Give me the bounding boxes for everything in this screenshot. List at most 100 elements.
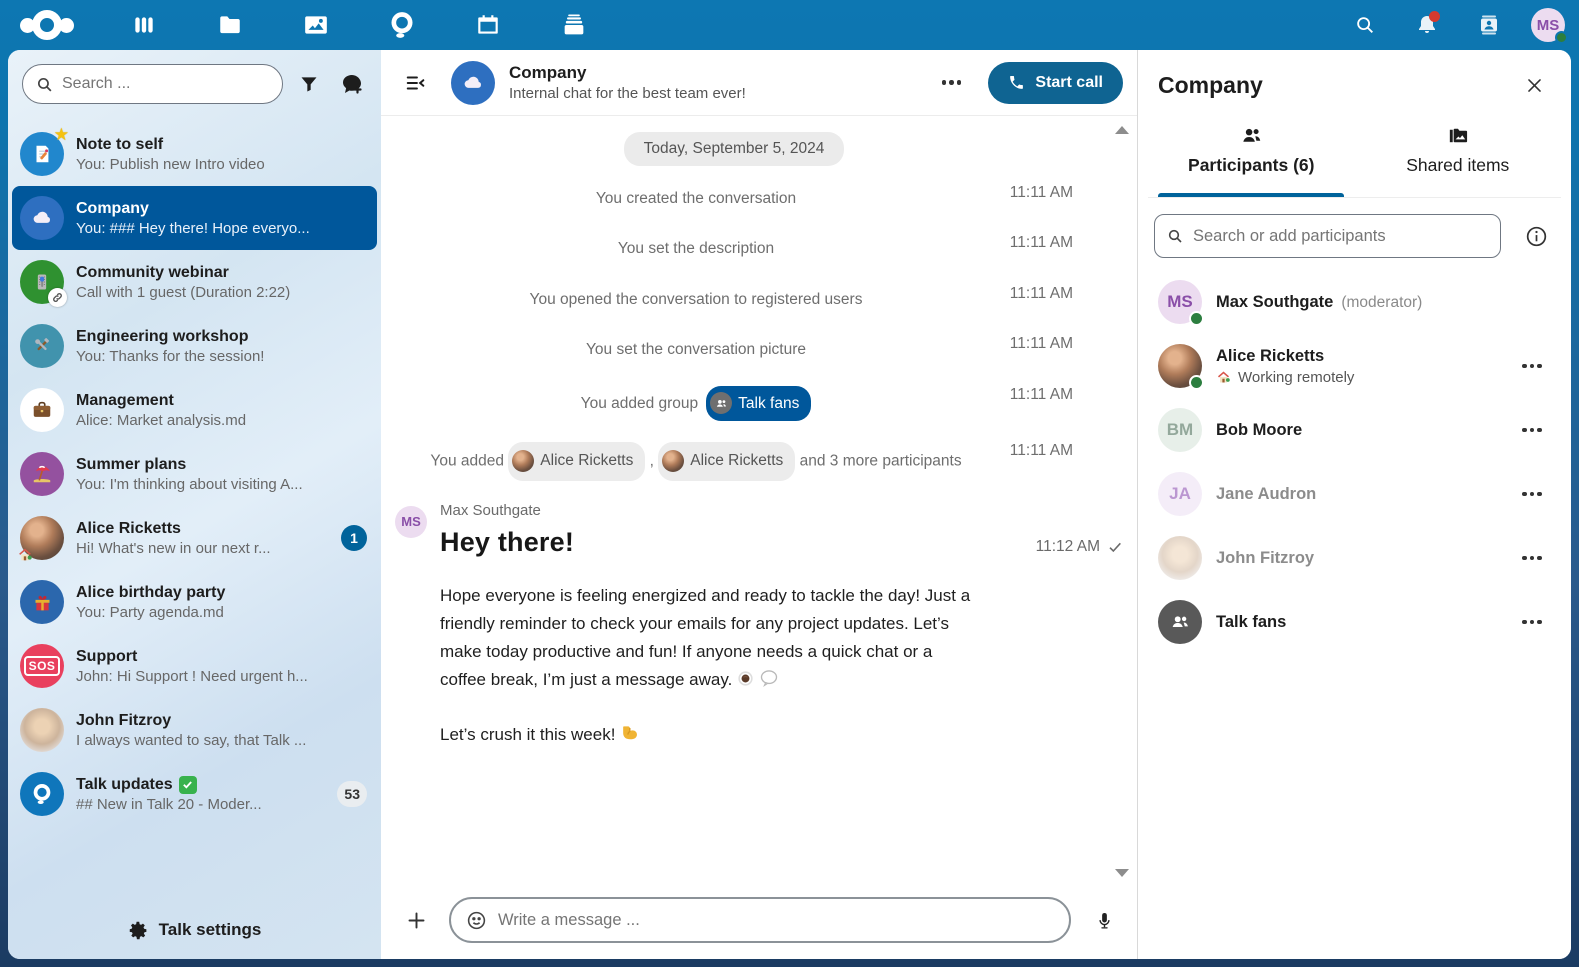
conversation-note-to-self[interactable]: ★ Note to self You: Publish new Intro vi… <box>12 122 377 186</box>
conversation-menu-button[interactable] <box>932 64 970 102</box>
conversation-john-fitzroy[interactable]: John Fitzroy I always wanted to say, tha… <box>12 698 377 762</box>
conversation-engineering-workshop[interactable]: Engineering workshop You: Thanks for the… <box>12 314 377 378</box>
conversation-name: Community webinar <box>76 264 229 282</box>
message-paragraph: Let’s crush it this week! <box>440 725 615 744</box>
message-time: 11:12 AM <box>1036 538 1123 556</box>
cloud-icon <box>460 70 486 96</box>
filter-conversations-button[interactable] <box>291 65 326 103</box>
conversation-preview: I always wanted to say, that Talk ... <box>76 732 367 749</box>
contacts-icon[interactable] <box>1469 5 1509 45</box>
participants-list: MS Max Southgate (moderator) Alice Ricke… <box>1148 264 1561 959</box>
group-icon <box>710 392 732 414</box>
tab-participants[interactable]: Participants (6) <box>1148 116 1355 197</box>
close-panel-button[interactable] <box>1515 66 1553 104</box>
participant-menu-button[interactable] <box>1513 475 1551 513</box>
system-message-text: You created the conversation <box>416 184 976 213</box>
chat-title: Company <box>509 63 746 83</box>
participant-talk-fans-group[interactable]: Talk fans <box>1150 590 1559 654</box>
participant-initials: MS <box>1167 292 1193 312</box>
separator: , <box>650 453 654 470</box>
participant-jane-audron[interactable]: JA Jane Audron <box>1150 462 1559 526</box>
files-app-icon[interactable] <box>206 1 254 49</box>
conversation-preview: You: Publish new Intro video <box>76 156 367 173</box>
search-field[interactable] <box>62 75 269 93</box>
conversation-community-webinar[interactable]: Community webinar Call with 1 guest (Dur… <box>12 250 377 314</box>
info-icon <box>1525 225 1548 248</box>
conversation-alice-birthday-party[interactable]: Alice birthday party You: Party agenda.m… <box>12 570 377 634</box>
message-list[interactable]: Today, September 5, 2024 You created the… <box>381 116 1137 887</box>
moderator-label: (moderator) <box>1341 294 1422 312</box>
user-mention-chip[interactable]: Alice Ricketts <box>508 442 645 481</box>
participant-menu-button[interactable] <box>1513 411 1551 449</box>
photos-app-icon[interactable] <box>292 1 340 49</box>
participant-status: Working remotely <box>1238 369 1354 386</box>
conversation-support[interactable]: SOS Support John: Hi Support ! Need urge… <box>12 634 377 698</box>
coffee-emoji <box>736 669 755 688</box>
participants-search-field[interactable] <box>1193 227 1488 246</box>
system-message-time: 11:11 AM <box>997 285 1073 303</box>
scroll-up-arrow[interactable] <box>1115 126 1129 134</box>
conversation-company[interactable]: Company You: ### Hey there! Hope everyo.… <box>12 186 377 250</box>
share-attachment-button[interactable] <box>397 901 435 939</box>
summer-plans-avatar <box>20 452 64 496</box>
search-icon <box>36 76 53 93</box>
participant-menu-button[interactable] <box>1513 603 1551 641</box>
conversation-search-input[interactable] <box>22 64 283 104</box>
unified-search-icon[interactable] <box>1345 5 1385 45</box>
message-input-container[interactable] <box>449 897 1071 943</box>
group-mention-chip[interactable]: Talk fans <box>706 386 811 421</box>
conversation-preview: You: Party agenda.md <box>76 604 367 621</box>
talk-app-icon[interactable] <box>378 1 426 49</box>
start-call-button[interactable]: Start call <box>988 62 1123 104</box>
online-status-dot <box>1189 311 1204 326</box>
scroll-down-arrow[interactable] <box>1115 869 1129 877</box>
participant-menu-button[interactable] <box>1513 539 1551 577</box>
user-mention-chip[interactable]: Alice Ricketts <box>658 442 795 481</box>
john-fitzroy-avatar <box>20 708 64 752</box>
calendar-app-icon[interactable] <box>464 1 512 49</box>
conversation-preview: John: Hi Support ! Need urgent h... <box>76 668 367 685</box>
participant-bob-moore[interactable]: BM Bob Moore <box>1150 398 1559 462</box>
start-call-label: Start call <box>1035 74 1103 92</box>
conversation-summer-plans[interactable]: Summer plans You: I'm thinking about vis… <box>12 442 377 506</box>
conversation-talk-updates[interactable]: Talk updates ## New in Talk 20 - Moder..… <box>12 762 377 826</box>
user-avatar[interactable]: MS <box>1531 8 1565 42</box>
conversation-name: Management <box>76 392 174 410</box>
participant-john-fitzroy[interactable]: John Fitzroy <box>1150 526 1559 590</box>
author-initials: MS <box>401 514 421 529</box>
chat-message[interactable]: MS Max Southgate Hey there! Hope everyon… <box>395 502 1073 749</box>
conversation-name: Note to self <box>76 136 163 154</box>
system-message-time: 11:11 AM <box>997 442 1073 460</box>
ellipsis-icon <box>1522 556 1542 561</box>
emoji-picker-icon[interactable] <box>466 910 487 931</box>
participant-menu-button[interactable] <box>1513 347 1551 385</box>
favorite-star-icon: ★ <box>54 125 69 145</box>
conversation-management[interactable]: Management Alice: Market analysis.md <box>12 378 377 442</box>
participants-search-input[interactable] <box>1154 214 1501 258</box>
message-input[interactable] <box>498 911 1054 930</box>
participant-max-southgate[interactable]: MS Max Southgate (moderator) <box>1150 270 1559 334</box>
tab-shared-items[interactable]: Shared items <box>1355 116 1562 197</box>
message-author-avatar: MS <box>395 506 427 538</box>
speech-balloon-emoji <box>759 668 779 688</box>
talk-updates-avatar <box>20 772 64 816</box>
system-message-time: 11:11 AM <box>997 184 1073 202</box>
participant-alice-ricketts[interactable]: Alice Ricketts Working remotely <box>1150 334 1559 398</box>
collapse-sidebar-button[interactable] <box>397 64 435 102</box>
conversation-alice-ricketts[interactable]: Alice Ricketts Hi! What's new in our nex… <box>12 506 377 570</box>
conversation-info-button[interactable] <box>1517 217 1555 255</box>
nextcloud-logo[interactable] <box>20 10 74 40</box>
notifications-bell-icon[interactable] <box>1407 5 1447 45</box>
public-link-badge <box>48 288 67 307</box>
tools-icon <box>31 335 53 357</box>
voice-message-button[interactable] <box>1085 901 1123 939</box>
dashboard-app-icon[interactable] <box>120 1 168 49</box>
conversation-name: John Fitzroy <box>76 712 171 730</box>
deck-app-icon[interactable] <box>550 1 598 49</box>
notification-dot <box>1429 11 1440 22</box>
mention-avatar <box>662 450 684 472</box>
ellipsis-icon <box>1522 364 1542 369</box>
talk-settings-button[interactable]: Talk settings <box>8 901 381 959</box>
system-message-text: You set the conversation picture <box>416 335 976 364</box>
new-conversation-button[interactable] <box>334 65 369 103</box>
